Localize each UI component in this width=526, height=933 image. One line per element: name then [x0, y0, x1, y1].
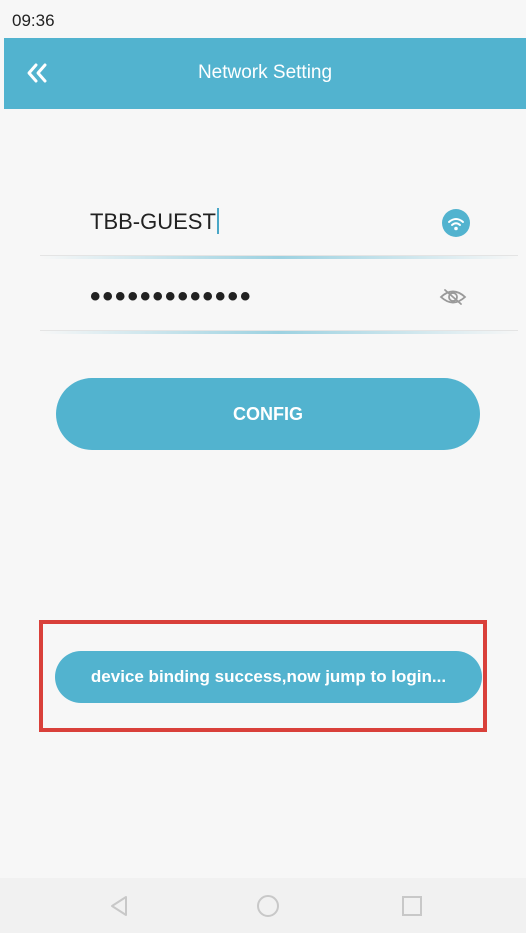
password-underline [40, 331, 518, 334]
ssid-value: TBB-GUEST [90, 209, 216, 234]
text-cursor [216, 208, 219, 234]
config-button[interactable]: CONFIG [56, 378, 480, 450]
app-bar: Network Setting [4, 38, 526, 109]
eye-off-icon[interactable] [438, 286, 468, 308]
status-time: 09:36 [12, 11, 55, 30]
password-field[interactable]: ••••••••••••• [90, 260, 253, 334]
nav-recents-button[interactable] [398, 892, 426, 920]
wifi-icon[interactable] [442, 209, 470, 237]
ssid-underline [40, 256, 518, 259]
triangle-back-icon [111, 896, 127, 916]
toast-message: device binding success,now jump to login… [55, 651, 482, 703]
status-bar: 09:36 [0, 0, 526, 38]
circle-home-icon [257, 895, 279, 917]
ssid-row: TBB-GUEST [40, 185, 518, 259]
nav-home-button[interactable] [254, 892, 282, 920]
ssid-field[interactable]: TBB-GUEST [90, 185, 430, 259]
navigation-bar [0, 878, 526, 933]
password-row: ••••••••••••• [40, 260, 518, 334]
square-recents-icon [402, 896, 422, 916]
nav-back-button[interactable] [106, 892, 134, 920]
page-title: Network Setting [197, 62, 333, 83]
